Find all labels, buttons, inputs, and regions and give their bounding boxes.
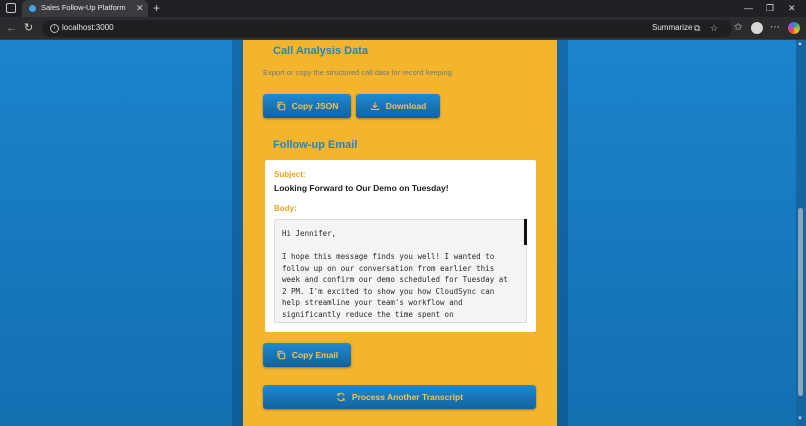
favicon-icon <box>29 5 36 12</box>
reload-icon[interactable]: ↻ <box>24 20 33 36</box>
download-button[interactable]: Download <box>356 94 440 118</box>
copy-icon <box>277 350 286 360</box>
split-screen-icon[interactable]: ⧉ <box>694 22 700 34</box>
site-info-icon[interactable]: i <box>50 24 59 33</box>
email-subject[interactable]: Looking Forward to Our Demo on Tuesday! <box>274 183 449 193</box>
summarize-button[interactable]: Summarize <box>652 23 692 32</box>
process-another-label: Process Another Transcript <box>351 392 464 402</box>
copy-json-button[interactable]: Copy JSON <box>263 94 351 118</box>
close-window-button[interactable]: ✕ <box>788 1 796 15</box>
download-label: Download <box>385 101 427 111</box>
new-tab-button[interactable]: + <box>153 0 160 16</box>
tab-actions-icon[interactable] <box>6 3 16 13</box>
tab-close-icon[interactable]: ✕ <box>136 2 144 14</box>
call-analysis-description: Export or copy the structured call data … <box>263 68 454 77</box>
profile-avatar[interactable] <box>751 22 763 34</box>
email-card: Subject: Looking Forward to Our Demo on … <box>265 160 536 332</box>
process-another-transcript-button[interactable]: Process Another Transcript <box>263 385 536 409</box>
scrollbar-thumb[interactable] <box>798 208 803 396</box>
copy-icon <box>276 101 285 111</box>
browser-tab[interactable]: Sales Follow-Up Platform ✕ <box>22 0 148 17</box>
scroll-down-arrow-icon[interactable]: ▼ <box>797 416 803 422</box>
copy-email-button[interactable]: Copy Email <box>263 343 351 367</box>
back-icon[interactable]: ← <box>6 20 17 36</box>
more-menu-icon[interactable]: ⋯ <box>770 21 780 35</box>
tab-title: Sales Follow-Up Platform <box>41 3 126 12</box>
url-text[interactable]: localhost:3000 <box>62 23 114 32</box>
minimize-button[interactable]: — <box>744 1 753 15</box>
browser-toolbar: ← ↻ i localhost:3000 Summarize ⧉ ☆ ✩ ⋯ <box>0 17 806 40</box>
body-label: Body: <box>274 204 297 213</box>
call-analysis-title: Call Analysis Data <box>273 45 368 57</box>
maximize-button[interactable]: ❐ <box>766 1 774 15</box>
email-body-textarea[interactable]: Hi Jennifer, I hope this message finds y… <box>274 219 527 323</box>
browser-tab-bar: Sales Follow-Up Platform ✕ + — ❐ ✕ <box>0 0 806 17</box>
address-bar[interactable]: i localhost:3000 Summarize ⧉ ☆ <box>42 20 732 37</box>
favorites-icon[interactable]: ✩ <box>734 21 742 35</box>
refresh-icon <box>337 392 345 402</box>
download-icon <box>370 102 379 110</box>
follow-up-email-title: Follow-up Email <box>273 139 358 151</box>
copy-email-label: Copy Email <box>291 350 339 360</box>
copilot-icon[interactable] <box>788 22 800 34</box>
favorite-star-icon[interactable]: ☆ <box>710 22 718 34</box>
email-body-text: Hi Jennifer, I hope this message finds y… <box>282 229 508 322</box>
subject-label: Subject: <box>274 170 306 179</box>
text-cursor-indicator <box>524 219 527 245</box>
copy-json-label: Copy JSON <box>291 101 339 111</box>
scroll-up-arrow-icon[interactable]: ▲ <box>797 41 803 47</box>
